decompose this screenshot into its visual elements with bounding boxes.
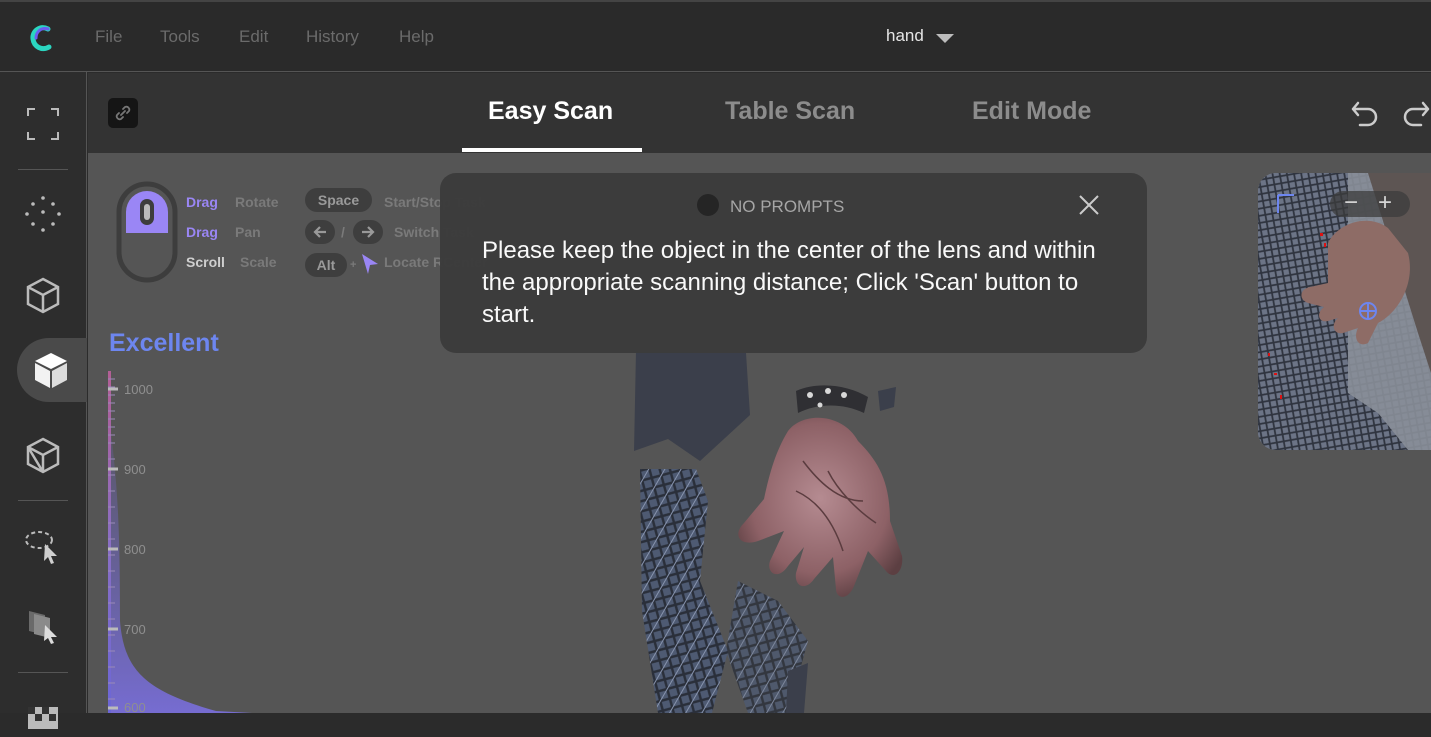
mode-tab-bar: Easy Scan Table Scan Edit Mode [88, 73, 1431, 153]
hint-drag-key: Drag [186, 224, 218, 240]
hint-rotate-label: Rotate [235, 194, 279, 210]
tab-edit-mode[interactable]: Edit Mode [972, 97, 1091, 126]
gauge-tick-label: 600 [124, 700, 146, 713]
mouse-icon [116, 181, 178, 283]
hint-scroll-key: Scroll [186, 254, 225, 270]
solid-cube-icon [35, 353, 67, 388]
scanned-hand-model[interactable] [628, 351, 968, 713]
status-indicator-icon [697, 194, 719, 216]
cursor-icon [362, 254, 378, 274]
alt-key: Alt [305, 253, 347, 277]
tab-table-scan[interactable]: Table Scan [725, 97, 855, 126]
3d-viewport[interactable]: Drag Rotate Drag Pan Scroll Scale Space … [88, 153, 1431, 713]
mesh-cube-icon [26, 437, 60, 474]
fit-view-button[interactable] [18, 99, 68, 149]
hint-separator: / [341, 224, 345, 240]
toolbar-separator [18, 500, 68, 501]
wireframe-cube-icon [26, 277, 60, 314]
mesh-view-button[interactable] [18, 430, 68, 480]
layer-select-icon [29, 611, 57, 644]
texture-view-button[interactable] [18, 687, 68, 737]
lasso-select-button[interactable] [18, 521, 68, 571]
app-logo-icon [30, 25, 52, 52]
point-cloud-button[interactable] [18, 189, 68, 239]
preview-zoom-control: − + [1330, 189, 1410, 217]
menu-edit[interactable]: Edit [239, 27, 268, 47]
gauge-tick-label: 1000 [124, 382, 153, 397]
undo-icon[interactable] [1350, 99, 1380, 127]
gauge-tick-label: 900 [124, 462, 146, 477]
redo-icon[interactable] [1401, 99, 1431, 127]
zoom-out-button[interactable]: − [1344, 189, 1358, 217]
gauge-tick-label: 800 [124, 542, 146, 557]
project-name[interactable]: hand [886, 26, 924, 46]
active-tab-indicator [462, 148, 642, 152]
scan-quality-label: Excellent [109, 329, 219, 357]
toolbar-separator [18, 169, 68, 170]
left-arrow-key [305, 220, 335, 244]
chevron-down-icon[interactable] [936, 34, 954, 43]
prompt-dialog: NO PROMPTS Please keep the object in the… [440, 173, 1147, 353]
hint-drag-key: Drag [186, 194, 218, 210]
solid-view-button[interactable] [17, 338, 87, 402]
layer-select-button[interactable] [18, 600, 68, 650]
hint-plus: + [350, 259, 357, 271]
right-arrow-key [353, 220, 383, 244]
close-icon[interactable] [1077, 193, 1101, 217]
arrow-right-icon [362, 226, 375, 238]
lasso-select-icon [25, 531, 57, 564]
gauge-tick-label: 700 [124, 622, 146, 637]
menu-tools[interactable]: Tools [160, 27, 200, 47]
prompt-message: Please keep the object in the center of … [482, 237, 1096, 328]
checker-icon [28, 707, 58, 729]
point-cloud-icon [25, 196, 61, 232]
menu-history[interactable]: History [306, 27, 359, 47]
menu-help[interactable]: Help [399, 27, 434, 47]
camera-preview[interactable]: − + [1258, 173, 1431, 450]
hint-pan-label: Pan [235, 224, 261, 240]
tab-easy-scan[interactable]: Easy Scan [488, 97, 613, 126]
zoom-in-button[interactable]: + [1378, 189, 1392, 217]
space-key: Space [305, 188, 372, 212]
menu-bar: File Tools Edit History Help hand [0, 0, 1431, 72]
link-icon [115, 105, 131, 121]
prompt-status: NO PROMPTS [730, 197, 845, 216]
menu-file[interactable]: File [95, 27, 122, 47]
wireframe-view-button[interactable] [18, 270, 68, 320]
left-toolbar [0, 72, 87, 729]
link-button[interactable] [108, 98, 138, 128]
fit-view-icon [27, 108, 59, 140]
arrow-left-icon [313, 226, 326, 238]
hint-scale-label: Scale [240, 254, 277, 270]
toolbar-separator [18, 672, 68, 673]
